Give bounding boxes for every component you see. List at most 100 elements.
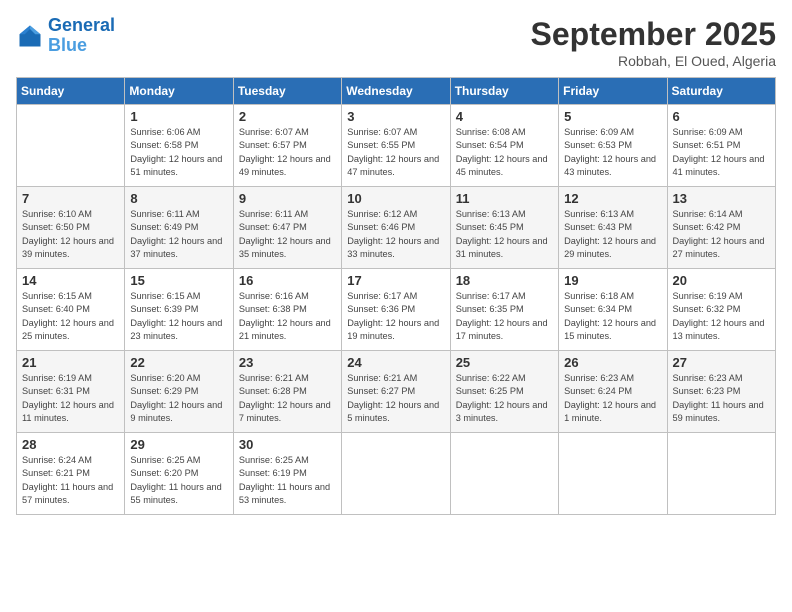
week-row-2: 7 Sunrise: 6:10 AMSunset: 6:50 PMDaylight… bbox=[17, 187, 776, 269]
day-cell: 18 Sunrise: 6:17 AMSunset: 6:35 PMDayligh… bbox=[450, 269, 558, 351]
day-cell: 4 Sunrise: 6:08 AMSunset: 6:54 PMDaylight… bbox=[450, 105, 558, 187]
day-cell: 26 Sunrise: 6:23 AMSunset: 6:24 PMDayligh… bbox=[559, 351, 667, 433]
location-subtitle: Robbah, El Oued, Algeria bbox=[531, 53, 776, 69]
day-number: 29 bbox=[130, 437, 227, 452]
day-info: Sunrise: 6:22 AMSunset: 6:25 PMDaylight:… bbox=[456, 372, 553, 425]
day-cell: 28 Sunrise: 6:24 AMSunset: 6:21 PMDayligh… bbox=[17, 433, 125, 515]
day-number: 28 bbox=[22, 437, 119, 452]
day-info: Sunrise: 6:07 AMSunset: 6:57 PMDaylight:… bbox=[239, 126, 336, 179]
calendar-table: SundayMondayTuesdayWednesdayThursdayFrid… bbox=[16, 77, 776, 515]
day-cell: 2 Sunrise: 6:07 AMSunset: 6:57 PMDaylight… bbox=[233, 105, 341, 187]
day-cell bbox=[559, 433, 667, 515]
day-cell bbox=[450, 433, 558, 515]
day-number: 11 bbox=[456, 191, 553, 206]
day-cell bbox=[667, 433, 775, 515]
week-row-3: 14 Sunrise: 6:15 AMSunset: 6:40 PMDayligh… bbox=[17, 269, 776, 351]
day-cell: 16 Sunrise: 6:16 AMSunset: 6:38 PMDayligh… bbox=[233, 269, 341, 351]
day-number: 27 bbox=[673, 355, 770, 370]
day-number: 8 bbox=[130, 191, 227, 206]
col-header-sunday: Sunday bbox=[17, 78, 125, 105]
day-info: Sunrise: 6:17 AMSunset: 6:35 PMDaylight:… bbox=[456, 290, 553, 343]
day-info: Sunrise: 6:11 AMSunset: 6:49 PMDaylight:… bbox=[130, 208, 227, 261]
day-cell: 27 Sunrise: 6:23 AMSunset: 6:23 PMDayligh… bbox=[667, 351, 775, 433]
day-info: Sunrise: 6:17 AMSunset: 6:36 PMDaylight:… bbox=[347, 290, 444, 343]
day-number: 23 bbox=[239, 355, 336, 370]
day-cell: 13 Sunrise: 6:14 AMSunset: 6:42 PMDayligh… bbox=[667, 187, 775, 269]
page-header: General Blue September 2025 Robbah, El O… bbox=[16, 16, 776, 69]
day-number: 14 bbox=[22, 273, 119, 288]
day-info: Sunrise: 6:21 AMSunset: 6:27 PMDaylight:… bbox=[347, 372, 444, 425]
day-number: 21 bbox=[22, 355, 119, 370]
day-info: Sunrise: 6:08 AMSunset: 6:54 PMDaylight:… bbox=[456, 126, 553, 179]
day-info: Sunrise: 6:23 AMSunset: 6:23 PMDaylight:… bbox=[673, 372, 770, 425]
day-cell: 9 Sunrise: 6:11 AMSunset: 6:47 PMDaylight… bbox=[233, 187, 341, 269]
day-info: Sunrise: 6:24 AMSunset: 6:21 PMDaylight:… bbox=[22, 454, 119, 507]
day-number: 30 bbox=[239, 437, 336, 452]
day-number: 5 bbox=[564, 109, 661, 124]
day-cell: 24 Sunrise: 6:21 AMSunset: 6:27 PMDayligh… bbox=[342, 351, 450, 433]
day-info: Sunrise: 6:18 AMSunset: 6:34 PMDaylight:… bbox=[564, 290, 661, 343]
day-cell: 7 Sunrise: 6:10 AMSunset: 6:50 PMDaylight… bbox=[17, 187, 125, 269]
week-row-1: 1 Sunrise: 6:06 AMSunset: 6:58 PMDaylight… bbox=[17, 105, 776, 187]
day-cell: 21 Sunrise: 6:19 AMSunset: 6:31 PMDayligh… bbox=[17, 351, 125, 433]
day-cell: 14 Sunrise: 6:15 AMSunset: 6:40 PMDayligh… bbox=[17, 269, 125, 351]
day-info: Sunrise: 6:25 AMSunset: 6:19 PMDaylight:… bbox=[239, 454, 336, 507]
day-cell: 11 Sunrise: 6:13 AMSunset: 6:45 PMDayligh… bbox=[450, 187, 558, 269]
day-number: 16 bbox=[239, 273, 336, 288]
day-info: Sunrise: 6:13 AMSunset: 6:45 PMDaylight:… bbox=[456, 208, 553, 261]
logo-text: General Blue bbox=[48, 16, 115, 56]
day-info: Sunrise: 6:11 AMSunset: 6:47 PMDaylight:… bbox=[239, 208, 336, 261]
week-row-4: 21 Sunrise: 6:19 AMSunset: 6:31 PMDayligh… bbox=[17, 351, 776, 433]
week-row-5: 28 Sunrise: 6:24 AMSunset: 6:21 PMDayligh… bbox=[17, 433, 776, 515]
day-number: 24 bbox=[347, 355, 444, 370]
day-cell: 15 Sunrise: 6:15 AMSunset: 6:39 PMDayligh… bbox=[125, 269, 233, 351]
day-number: 20 bbox=[673, 273, 770, 288]
day-cell: 30 Sunrise: 6:25 AMSunset: 6:19 PMDayligh… bbox=[233, 433, 341, 515]
day-number: 4 bbox=[456, 109, 553, 124]
day-cell: 8 Sunrise: 6:11 AMSunset: 6:49 PMDaylight… bbox=[125, 187, 233, 269]
col-header-thursday: Thursday bbox=[450, 78, 558, 105]
day-cell: 17Sunrise: 6:17 AMSunset: 6:36 PMDayligh… bbox=[342, 269, 450, 351]
day-cell: 20 Sunrise: 6:19 AMSunset: 6:32 PMDayligh… bbox=[667, 269, 775, 351]
day-number: 26 bbox=[564, 355, 661, 370]
day-number: 2 bbox=[239, 109, 336, 124]
day-number: 15 bbox=[130, 273, 227, 288]
day-cell: 12Sunrise: 6:13 AMSunset: 6:43 PMDayligh… bbox=[559, 187, 667, 269]
day-info: Sunrise: 6:23 AMSunset: 6:24 PMDaylight:… bbox=[564, 372, 661, 425]
day-info: Sunrise: 6:14 AMSunset: 6:42 PMDaylight:… bbox=[673, 208, 770, 261]
day-info: Sunrise: 6:07 AMSunset: 6:55 PMDaylight:… bbox=[347, 126, 444, 179]
day-number: 3 bbox=[347, 109, 444, 124]
day-number: 12 bbox=[564, 191, 661, 206]
day-info: Sunrise: 6:19 AMSunset: 6:31 PMDaylight:… bbox=[22, 372, 119, 425]
day-info: Sunrise: 6:25 AMSunset: 6:20 PMDaylight:… bbox=[130, 454, 227, 507]
day-number: 1 bbox=[130, 109, 227, 124]
day-cell: 25 Sunrise: 6:22 AMSunset: 6:25 PMDayligh… bbox=[450, 351, 558, 433]
day-info: Sunrise: 6:09 AMSunset: 6:51 PMDaylight:… bbox=[673, 126, 770, 179]
day-number: 10 bbox=[347, 191, 444, 206]
day-cell: 5Sunrise: 6:09 AMSunset: 6:53 PMDaylight… bbox=[559, 105, 667, 187]
day-info: Sunrise: 6:16 AMSunset: 6:38 PMDaylight:… bbox=[239, 290, 336, 343]
col-header-friday: Friday bbox=[559, 78, 667, 105]
col-header-monday: Monday bbox=[125, 78, 233, 105]
day-info: Sunrise: 6:21 AMSunset: 6:28 PMDaylight:… bbox=[239, 372, 336, 425]
day-cell: 6Sunrise: 6:09 AMSunset: 6:51 PMDaylight… bbox=[667, 105, 775, 187]
day-info: Sunrise: 6:19 AMSunset: 6:32 PMDaylight:… bbox=[673, 290, 770, 343]
calendar-header-row: SundayMondayTuesdayWednesdayThursdayFrid… bbox=[17, 78, 776, 105]
day-info: Sunrise: 6:06 AMSunset: 6:58 PMDaylight:… bbox=[130, 126, 227, 179]
day-number: 19 bbox=[564, 273, 661, 288]
day-number: 18 bbox=[456, 273, 553, 288]
day-info: Sunrise: 6:15 AMSunset: 6:40 PMDaylight:… bbox=[22, 290, 119, 343]
title-block: September 2025 Robbah, El Oued, Algeria bbox=[531, 16, 776, 69]
day-info: Sunrise: 6:10 AMSunset: 6:50 PMDaylight:… bbox=[22, 208, 119, 261]
day-info: Sunrise: 6:15 AMSunset: 6:39 PMDaylight:… bbox=[130, 290, 227, 343]
day-cell: 29 Sunrise: 6:25 AMSunset: 6:20 PMDayligh… bbox=[125, 433, 233, 515]
day-cell bbox=[17, 105, 125, 187]
day-info: Sunrise: 6:20 AMSunset: 6:29 PMDaylight:… bbox=[130, 372, 227, 425]
day-number: 9 bbox=[239, 191, 336, 206]
day-number: 7 bbox=[22, 191, 119, 206]
day-cell: 23 Sunrise: 6:21 AMSunset: 6:28 PMDayligh… bbox=[233, 351, 341, 433]
day-number: 13 bbox=[673, 191, 770, 206]
logo: General Blue bbox=[16, 16, 115, 56]
col-header-wednesday: Wednesday bbox=[342, 78, 450, 105]
day-number: 25 bbox=[456, 355, 553, 370]
